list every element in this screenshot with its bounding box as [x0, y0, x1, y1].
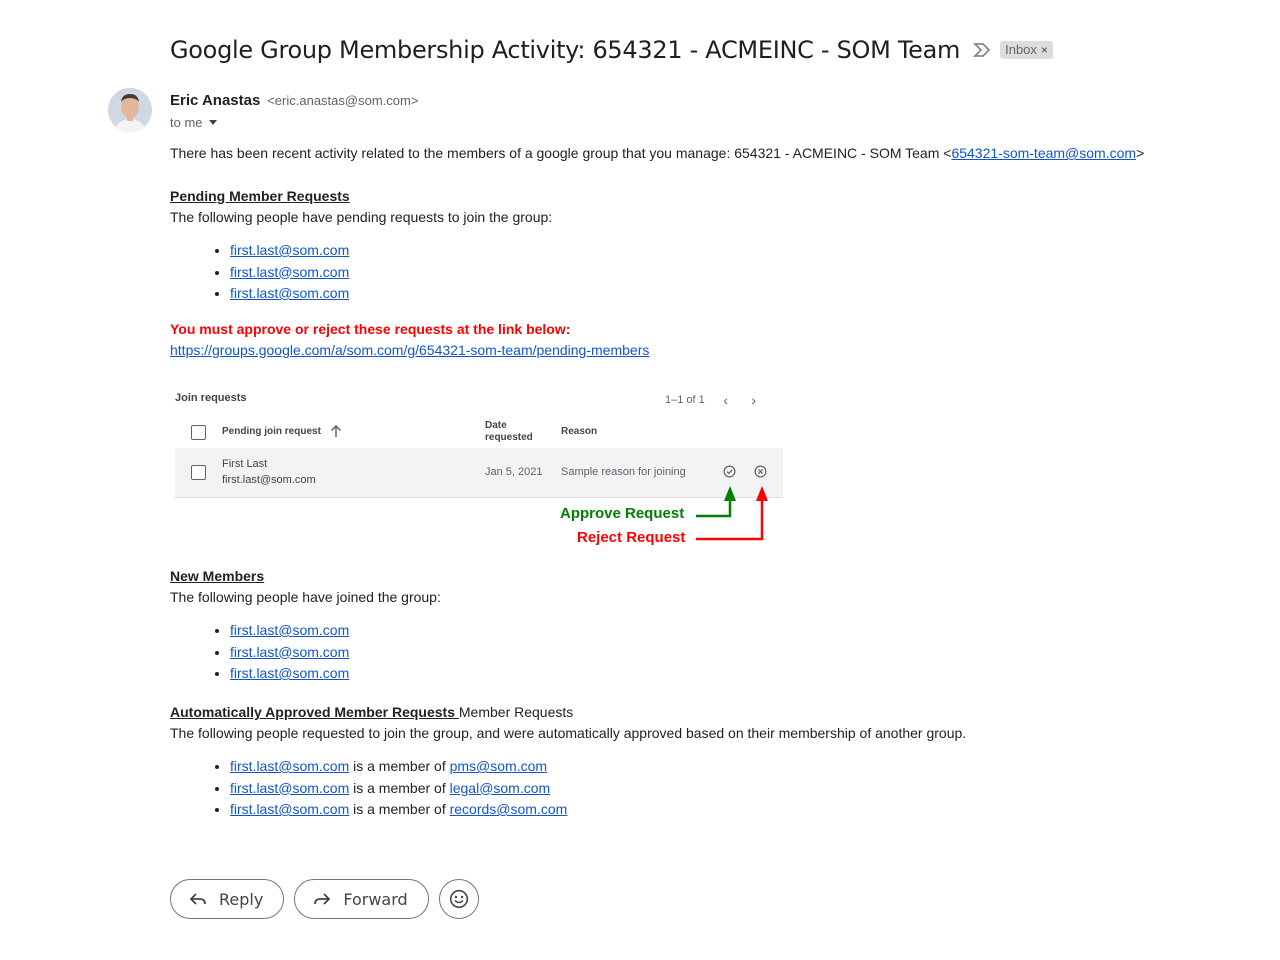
inbox-label-chip: Inbox ×	[1000, 41, 1053, 59]
forward-label: Forward	[343, 889, 408, 909]
intro-suffix: >	[1136, 145, 1145, 161]
reject-request-label: Reject Request	[577, 529, 686, 546]
new-members-list: first.last@som.com first.last@som.com fi…	[170, 620, 441, 685]
row-name: First Last	[222, 458, 268, 470]
pending-email-link[interactable]: first.last@som.com	[230, 264, 349, 280]
chevron-down-icon	[208, 120, 217, 125]
list-item: first.last@som.com	[230, 240, 1220, 262]
row-checkbox[interactable]	[191, 465, 206, 480]
emoji-icon	[449, 889, 468, 909]
auto-title: Automatically Approved Member Requests	[170, 704, 459, 720]
auto-email-link[interactable]: first.last@som.com	[230, 758, 349, 774]
auto-group-link[interactable]: pms@som.com	[450, 758, 547, 774]
col-date-line1: Date	[485, 420, 507, 431]
col-date-requested: Date requested	[485, 420, 533, 444]
member-of-text: is a member of	[349, 758, 450, 774]
subject-row: Google Group Membership Activity: 654321…	[170, 36, 1053, 64]
auto-desc: The following people requested to join t…	[170, 725, 967, 741]
new-member-email-link[interactable]: first.last@som.com	[230, 665, 349, 681]
sender-name[interactable]: Eric Anastas	[170, 92, 260, 109]
chevron-left-icon[interactable]: ‹	[719, 392, 733, 408]
sender-email: <eric.anastas@som.com>	[267, 93, 419, 108]
intro-text: There has been recent activity related t…	[170, 145, 952, 161]
pending-email-link[interactable]: first.last@som.com	[230, 242, 349, 258]
new-members-desc: The following people have joined the gro…	[170, 589, 441, 605]
list-item: first.last@som.com is a member of pms@so…	[230, 756, 1220, 778]
sender-line: Eric Anastas <eric.anastas@som.com>	[170, 92, 418, 109]
group-email-link[interactable]: 654321-som-team@som.com	[951, 145, 1136, 161]
list-item: first.last@som.com	[230, 642, 441, 664]
new-members-section: New Members The following people have jo…	[170, 566, 441, 685]
list-item: first.last@som.com is a member of record…	[230, 799, 1220, 821]
approve-request-label: Approve Request	[560, 505, 685, 522]
avatar-image	[108, 88, 152, 132]
pending-list: first.last@som.com first.last@som.com fi…	[170, 240, 1220, 305]
table-header: Pending join request Date requested Reas…	[175, 418, 783, 448]
email-body: There has been recent activity related t…	[170, 143, 1220, 817]
avatar[interactable]	[108, 88, 152, 132]
auto-email-link[interactable]: first.last@som.com	[230, 780, 349, 796]
auto-title-line: Automatically Approved Member Requests M…	[170, 702, 1220, 723]
remove-label-button[interactable]: ×	[1041, 43, 1048, 57]
forward-button[interactable]: Forward	[294, 879, 429, 919]
pager-count: 1–1 of 1	[665, 394, 705, 406]
pending-email-link[interactable]: first.last@som.com	[230, 285, 349, 301]
pager: 1–1 of 1 ‹ ›	[665, 392, 761, 408]
forward-icon	[314, 893, 331, 905]
select-all-checkbox[interactable]	[191, 425, 206, 440]
row-reason: Sample reason for joining	[561, 466, 686, 478]
col-date-line2: requested	[485, 432, 533, 443]
new-member-email-link[interactable]: first.last@som.com	[230, 644, 349, 660]
inbox-label-text: Inbox	[1005, 42, 1037, 57]
emoji-reaction-button[interactable]	[438, 879, 479, 919]
auto-email-link[interactable]: first.last@som.com	[230, 801, 349, 817]
sort-up-icon[interactable]	[330, 424, 342, 438]
row-email: first.last@som.com	[222, 474, 316, 486]
pending-title: Pending Member Requests	[170, 188, 350, 204]
list-item: first.last@som.com	[230, 620, 441, 642]
reply-label: Reply	[219, 889, 264, 909]
auto-approved-section: Automatically Approved Member Requests M…	[170, 702, 1220, 821]
join-requests-title: Join requests	[175, 392, 247, 404]
pending-members-link[interactable]: https://groups.google.com/a/som.com/g/65…	[170, 342, 649, 358]
new-members-title: New Members	[170, 568, 265, 584]
importance-marker-icon[interactable]	[972, 41, 992, 59]
list-item: first.last@som.com	[230, 283, 1220, 305]
reply-button[interactable]: Reply	[170, 879, 285, 919]
reply-icon	[189, 893, 206, 905]
member-of-text: is a member of	[349, 801, 450, 817]
check-circle-icon[interactable]	[723, 465, 736, 478]
email-subject: Google Group Membership Activity: 654321…	[170, 36, 961, 64]
recipient-details-toggle[interactable]: to me	[170, 115, 217, 130]
member-of-text: is a member of	[349, 779, 450, 796]
reject-arrowhead	[756, 486, 768, 501]
col-reason: Reason	[561, 426, 598, 437]
intro-paragraph: There has been recent activity related t…	[170, 143, 1220, 164]
chevron-right-icon[interactable]: ›	[747, 392, 761, 408]
recipient-label: to me	[170, 115, 203, 130]
annotation-arrows	[696, 486, 768, 541]
pending-warning: You must approve or reject these request…	[170, 320, 571, 337]
col-pending-request: Pending join request	[222, 426, 321, 437]
list-item: first.last@som.com	[230, 663, 441, 685]
auto-group-link[interactable]: records@som.com	[450, 801, 568, 817]
approve-arrowhead	[724, 486, 736, 501]
action-buttons: Reply Forward	[170, 879, 479, 919]
x-circle-icon[interactable]	[754, 465, 767, 478]
row-date: Jan 5, 2021	[485, 466, 543, 478]
auto-list: first.last@som.com is a member of pms@so…	[170, 756, 1220, 821]
list-item: first.last@som.com is a member of legal@…	[230, 778, 1220, 800]
pending-section: Pending Member Requests The following pe…	[170, 186, 1220, 361]
pending-desc: The following people have pending reques…	[170, 209, 553, 225]
auto-title-suffix: Member Requests	[458, 704, 574, 720]
auto-group-link[interactable]: legal@som.com	[450, 780, 551, 796]
list-item: first.last@som.com	[230, 262, 1220, 284]
new-member-email-link[interactable]: first.last@som.com	[230, 622, 349, 638]
